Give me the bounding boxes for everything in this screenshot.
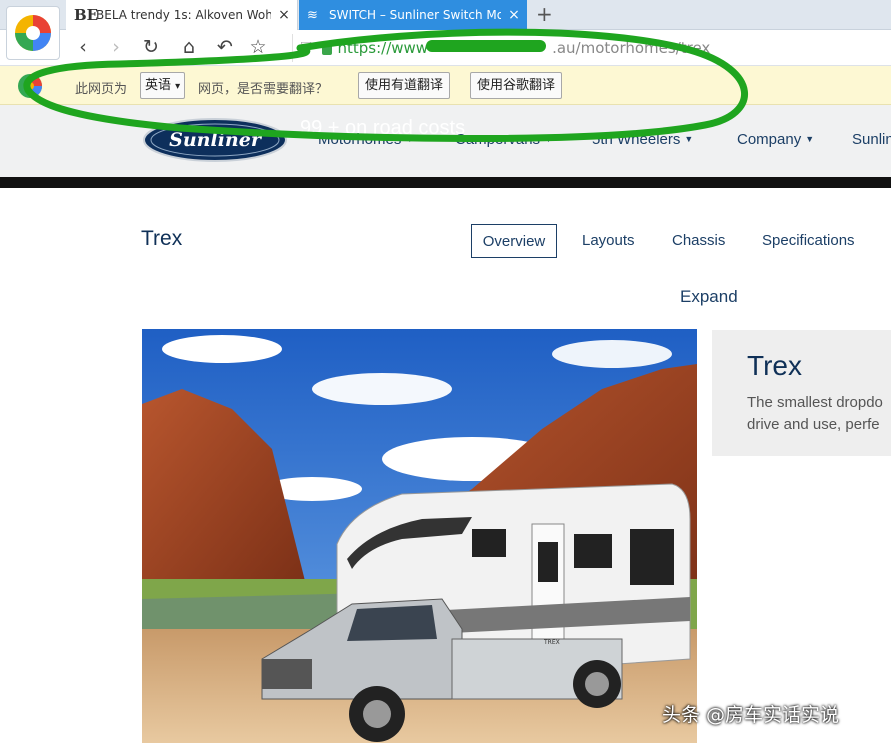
tab-chassis[interactable]: Chassis — [672, 232, 725, 249]
url-prefix: https://www — [337, 39, 429, 57]
card-description-line: The smallest dropdo — [747, 394, 883, 411]
tab-overview[interactable]: Overview — [471, 224, 557, 258]
tab-title: SWITCH – Sunliner Switch Mo — [329, 8, 501, 22]
new-tab-button[interactable]: + — [536, 2, 553, 26]
close-tab-icon[interactable]: × — [501, 7, 527, 23]
caret-down-icon: ▼ — [805, 134, 815, 144]
menu-label: 5th Wheelers — [592, 131, 681, 148]
language-value: 英语 — [145, 78, 172, 93]
tab-title: BELA trendy 1s: Alkoven Wohi — [96, 8, 271, 22]
expand-link[interactable]: Expand — [680, 287, 738, 307]
translate-prefix: 此网页为 — [75, 82, 128, 97]
chevron-down-icon: ▾ — [175, 81, 181, 92]
card-description-line: drive and use, perfe — [747, 416, 880, 433]
model-info-card: Trex The smallest dropdo drive and use, … — [712, 330, 891, 456]
browser-logo[interactable] — [6, 6, 60, 60]
logo-text: Sunliner — [169, 129, 263, 151]
menu-label: Sunlin — [852, 131, 891, 148]
camper-badge: TREX — [543, 639, 560, 646]
back-button[interactable]: ‹ — [71, 36, 95, 58]
menu-5th-wheelers[interactable]: 5th Wheelers ▼ — [592, 131, 693, 148]
close-tab-icon[interactable]: × — [271, 7, 297, 23]
bookmark-button[interactable]: ☆ — [246, 36, 270, 58]
tab-specifications[interactable]: Specifications — [762, 232, 855, 249]
url-redaction — [426, 40, 546, 52]
hero-image: TREX — [142, 329, 697, 743]
browser-logo-icon — [15, 15, 51, 51]
forward-button[interactable]: › — [104, 36, 128, 58]
caret-down-icon: ▼ — [684, 134, 694, 144]
menu-company[interactable]: Company ▼ — [737, 131, 814, 148]
language-select[interactable]: 英语 ▾ — [140, 72, 186, 99]
menu-sunliner[interactable]: Sunlin — [852, 131, 891, 148]
tab-bela[interactable]: BE BELA trendy 1s: Alkoven Wohi × — [66, 0, 298, 30]
caret-down-icon: ▼ — [544, 134, 553, 144]
lock-icon — [321, 43, 332, 55]
sunliner-logo[interactable]: Sunliner — [143, 117, 288, 163]
shield-icon: ⛉ — [301, 40, 312, 56]
bela-favicon-icon: BE — [74, 6, 99, 24]
sunliner-favicon-icon: ≋ — [307, 7, 318, 23]
address-bar[interactable]: ⛉ https://www .au/motorhomes/trex — [292, 34, 891, 62]
menu-motorhomes[interactable]: Motorhomes ▼ — [318, 131, 414, 148]
caret-down-icon: ▼ — [405, 134, 415, 144]
watermark: 头条 @房车实话实说 — [662, 704, 840, 726]
menu-label: Motorhomes — [318, 131, 402, 148]
menu-campervans[interactable]: Campervans ▼ — [455, 131, 553, 148]
url-suffix: .au/motorhomes/trex — [552, 39, 711, 57]
menu-label: Company — [737, 131, 802, 148]
translate-question: 网页，是否需要翻译？ — [198, 82, 329, 97]
page-title: Trex — [141, 227, 183, 250]
translate-icon — [14, 70, 46, 102]
reload-button[interactable]: ↻ — [139, 36, 163, 58]
youdao-translate-button[interactable]: 使用有道翻译 — [358, 72, 451, 99]
home-button[interactable]: ⌂ — [177, 36, 201, 58]
menu-label: Campervans — [455, 131, 541, 148]
google-translate-button[interactable]: 使用谷歌翻译 — [470, 72, 563, 99]
tab-layouts[interactable]: Layouts — [582, 232, 635, 249]
tab-switch[interactable]: ≋ SWITCH – Sunliner Switch Mo × — [299, 0, 527, 30]
card-title: Trex — [747, 350, 802, 381]
translate-bar: 此网页为 英语 ▾ 网页，是否需要翻译？ 使用有道翻译 使用谷歌翻译 — [0, 66, 891, 105]
undo-close-button[interactable]: ↶ — [213, 36, 237, 58]
header-divider — [0, 177, 891, 188]
